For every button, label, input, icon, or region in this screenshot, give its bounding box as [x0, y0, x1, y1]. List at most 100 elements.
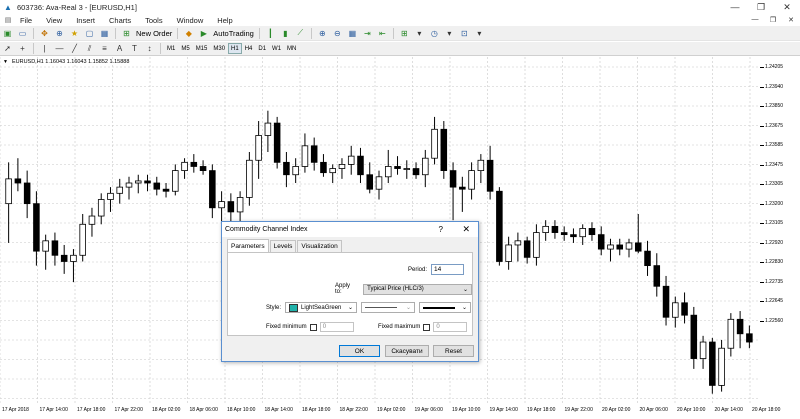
arrows-icon[interactable]: ↕ [143, 42, 156, 55]
price-tick [760, 164, 764, 166]
text-label-icon[interactable]: T [128, 42, 141, 55]
templates-dropdown-icon[interactable]: ▾ [473, 27, 486, 40]
metaeditor-icon[interactable]: ◆ [182, 27, 195, 40]
reset-button[interactable]: Reset [433, 345, 474, 357]
ok-button[interactable]: OK [339, 345, 380, 357]
time-label: 19 Apr 18:00 [527, 407, 556, 413]
candle-bullish [672, 302, 679, 318]
candle-bullish [542, 225, 549, 233]
menu-help[interactable]: Help [211, 16, 240, 25]
timeframe-mn[interactable]: MN [284, 43, 299, 54]
tab-levels[interactable]: Levels [269, 240, 297, 252]
candle-bearish [412, 168, 420, 176]
help-button[interactable]: ? [439, 225, 443, 234]
candle-bullish [116, 186, 124, 194]
chevron-down-icon: ⌄ [347, 305, 354, 311]
crosshair-icon[interactable]: + [16, 42, 29, 55]
new-order-button[interactable]: New Order [134, 29, 174, 38]
templates-icon[interactable]: ⊡ [458, 27, 471, 40]
menu-tools[interactable]: Tools [139, 16, 171, 25]
timeframe-m5[interactable]: M5 [178, 43, 192, 54]
fixed-maximum-input[interactable]: 0 [433, 322, 468, 332]
new-chart-icon[interactable]: ▣ [1, 27, 14, 40]
maximize-button[interactable]: ❐ [748, 0, 774, 14]
line-width-select[interactable]: ⌄ [419, 302, 472, 313]
strategy-tester-icon[interactable]: ▦ [98, 27, 111, 40]
data-window-icon[interactable]: ⊕ [53, 27, 66, 40]
price-tick [760, 184, 764, 185]
horizontal-line-icon[interactable]: — [53, 42, 66, 55]
menu-window[interactable]: Window [171, 16, 212, 25]
time-axis[interactable]: 17 Apr 2018 17 Apr 14:00 17 Apr 18:00 17 Ap… [0, 404, 800, 419]
timeframe-m1[interactable]: M1 [164, 43, 178, 54]
fibonacci-icon[interactable]: ≡ [98, 42, 111, 55]
navigator-icon[interactable]: ★ [68, 27, 81, 40]
price-axis[interactable]: 1.24205 1.23940 1.23850 1.23675 1.23585 1.234… [760, 57, 800, 407]
cancel-button[interactable]: Скасувати [385, 345, 429, 357]
menu-view[interactable]: View [40, 16, 70, 25]
tile-windows-icon[interactable]: ▦ [346, 27, 359, 40]
chart-document-icon[interactable]: ▤ [2, 15, 14, 25]
cursor-icon[interactable]: ➚ [1, 42, 14, 55]
indicators-icon[interactable]: ⊞ [398, 27, 411, 40]
mdi-close-button[interactable]: ✕ [782, 16, 800, 24]
timeframe-w1[interactable]: W1 [269, 43, 284, 54]
candle-bullish [79, 223, 86, 256]
candle-bearish [14, 178, 22, 184]
mdi-restore-button[interactable]: ❐ [764, 16, 782, 24]
candle-bullish [218, 201, 225, 209]
time-label: 20 Apr 18:00 [752, 407, 781, 413]
candle-bullish [347, 155, 355, 165]
autotrading-icon[interactable]: ▶ [197, 27, 210, 40]
timeframe-h1[interactable]: H1 [228, 43, 242, 54]
close-window-button[interactable]: ✕ [774, 0, 800, 14]
candle-bearish [588, 228, 596, 236]
line-studies-toolbar: ➚ + | — ╱ ⫽ ≡ A T ↕ M1 M5 M15 M30 H1 H4 … [0, 42, 800, 56]
periods-dropdown-icon[interactable]: ▾ [443, 27, 456, 40]
chart-shift-icon[interactable]: ⇤ [376, 27, 389, 40]
line-style-select[interactable]: ⌄ [361, 302, 416, 313]
mdi-minimize-button[interactable]: — [746, 16, 764, 24]
period-input[interactable]: 14 [431, 264, 465, 275]
time-label: 20 Apr 02:00 [602, 407, 631, 413]
candle-bullish [88, 215, 96, 225]
periods-icon[interactable]: ◷ [428, 27, 441, 40]
candle-bullish [264, 122, 272, 136]
zoom-out-icon[interactable]: ⊖ [331, 27, 344, 40]
tab-parameters[interactable]: Parameters [227, 239, 269, 252]
vertical-line-icon[interactable]: | [38, 42, 51, 55]
tab-visualization[interactable]: Visualization [297, 240, 342, 252]
equidistant-channel-icon[interactable]: ⫽ [83, 42, 96, 55]
new-order-icon[interactable]: ⊞ [120, 27, 133, 40]
fixed-minimum-checkbox[interactable] [309, 323, 317, 331]
candle-bullish [255, 135, 262, 161]
timeframe-h4[interactable]: H4 [242, 43, 256, 54]
menu-insert[interactable]: Insert [70, 16, 103, 25]
terminal-icon[interactable]: ▢ [83, 27, 96, 40]
apply-to-select[interactable]: Typical Price (HLC/3) ⌄ [363, 283, 472, 295]
profiles-icon[interactable]: ▭ [16, 27, 29, 40]
fixed-minimum-input[interactable]: 0 [319, 322, 354, 332]
trendline-icon[interactable]: ╱ [68, 42, 81, 55]
menu-charts[interactable]: Charts [103, 16, 139, 25]
candle-bearish [273, 122, 281, 163]
autoscroll-icon[interactable]: ⇥ [361, 27, 374, 40]
time-label: 19 Apr 06:00 [414, 407, 443, 413]
autotrading-button[interactable]: AutoTrading [211, 29, 256, 38]
style-color-select[interactable]: LightSeaGreen ⌄ [285, 302, 358, 313]
fixed-maximum-checkbox[interactable] [423, 323, 431, 331]
menu-file[interactable]: File [14, 16, 40, 25]
indicators-dropdown-icon[interactable]: ▾ [413, 27, 426, 40]
timeframe-m15[interactable]: M15 [193, 43, 211, 54]
candlestick-icon[interactable]: ▮ [279, 27, 292, 40]
bar-chart-icon[interactable]: ┃ [264, 27, 277, 40]
price-label: 1.24205 [765, 64, 784, 70]
timeframe-d1[interactable]: D1 [255, 43, 269, 54]
timeframe-m30[interactable]: M30 [210, 43, 228, 54]
text-icon[interactable]: A [113, 42, 126, 55]
minimize-button[interactable]: — [722, 0, 748, 14]
dialog-close-button[interactable]: ✕ [462, 224, 470, 235]
line-chart-icon[interactable]: ⟋ [294, 27, 307, 40]
zoom-in-icon[interactable]: ⊕ [316, 27, 329, 40]
market-watch-icon[interactable]: ✥ [38, 27, 51, 40]
